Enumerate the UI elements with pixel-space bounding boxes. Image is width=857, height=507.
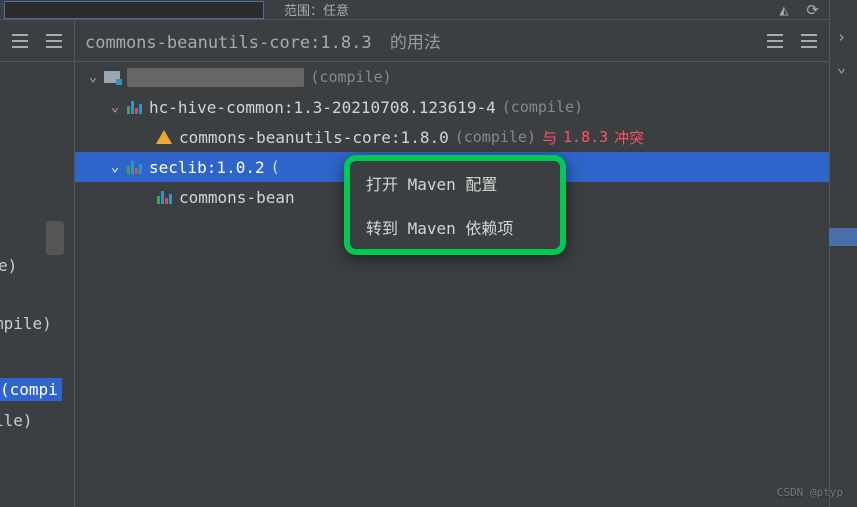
tree-node-label: hc-hive-common:1.3-20210708.123619-4 [149, 98, 496, 117]
tree-area: ⌄ ██████████████████ (compile) ⌄ hc-hive… [75, 62, 829, 507]
left-gutter [0, 20, 75, 61]
header-bar: commons-beanutils-core:1.8.3 的用法 [0, 20, 857, 62]
title-suffix: 的用法 [390, 33, 441, 53]
warning-icon[interactable]: ◭ [779, 1, 788, 19]
watermark: CSDN @ptyp [777, 486, 843, 499]
tree-node-label: ██████████████████ [127, 68, 304, 87]
dependency-icon [155, 189, 173, 205]
top-toolbar: 范围：任意 ◭ ⟳ [0, 0, 857, 20]
scroll-marker[interactable] [829, 228, 857, 246]
tree-node-label: seclib:1.0.2 [149, 158, 265, 177]
chevron-right-icon[interactable]: › [837, 28, 846, 46]
conflict-word: 冲突 [614, 127, 644, 148]
collapse-all-icon[interactable] [46, 34, 62, 48]
dependency-icon [125, 159, 143, 175]
tree-node-label: commons-bean [179, 188, 295, 207]
collapse-icon[interactable] [801, 34, 817, 48]
chevron-down-icon[interactable]: ⌄ [105, 99, 125, 115]
chevron-down-icon[interactable]: ⌄ [83, 69, 103, 85]
scope-label: (compile) [310, 68, 391, 86]
tree-row[interactable]: commons-beanutils-core:1.8.0 (compile) 与… [75, 122, 829, 152]
scope-label: ( [271, 158, 280, 176]
scope-label: (compile) [455, 128, 536, 146]
warning-icon [155, 129, 173, 145]
page-title: commons-beanutils-core:1.8.3 的用法 [85, 28, 441, 53]
left-fragment: mpile) [0, 314, 52, 333]
left-fragment: (compi [0, 378, 62, 401]
tree-node-label: commons-beanutils-core:1.8.0 [179, 128, 449, 147]
left-panel: e) mpile) (compi ile) [0, 62, 75, 507]
conflict-with: 与 [542, 127, 557, 148]
left-fragment: e) [0, 256, 17, 275]
left-fragment: ile) [0, 411, 33, 430]
menu-item-open-maven-config[interactable]: 打开 Maven 配置 [350, 161, 560, 205]
refresh-icon[interactable]: ⟳ [806, 1, 819, 19]
chevron-down-icon[interactable]: ⌄ [837, 58, 846, 76]
right-sidebar: › ⌄ [829, 0, 857, 507]
expand-icon[interactable] [767, 34, 783, 48]
scrollbar-thumb[interactable] [46, 221, 64, 255]
scope-label: 范围：任意 [284, 0, 349, 19]
title-text: commons-beanutils-core:1.8.3 [85, 33, 372, 53]
context-menu: 打开 Maven 配置 转到 Maven 依赖项 [344, 155, 566, 255]
search-input[interactable] [4, 1, 264, 19]
tree-row[interactable]: ⌄ ██████████████████ (compile) [75, 62, 829, 92]
scope-label: (compile) [502, 98, 583, 116]
chevron-down-icon[interactable]: ⌄ [105, 159, 125, 175]
folder-icon [103, 69, 121, 85]
main-area: e) mpile) (compi ile) ⌄ ████████████████… [0, 62, 829, 507]
dependency-icon [125, 99, 143, 115]
tree-row[interactable]: ⌄ hc-hive-common:1.3-20210708.123619-4 (… [75, 92, 829, 122]
conflict-version: 1.8.3 [563, 128, 608, 146]
expand-all-icon[interactable] [12, 34, 28, 48]
menu-item-goto-maven-dependency[interactable]: 转到 Maven 依赖项 [350, 205, 560, 249]
